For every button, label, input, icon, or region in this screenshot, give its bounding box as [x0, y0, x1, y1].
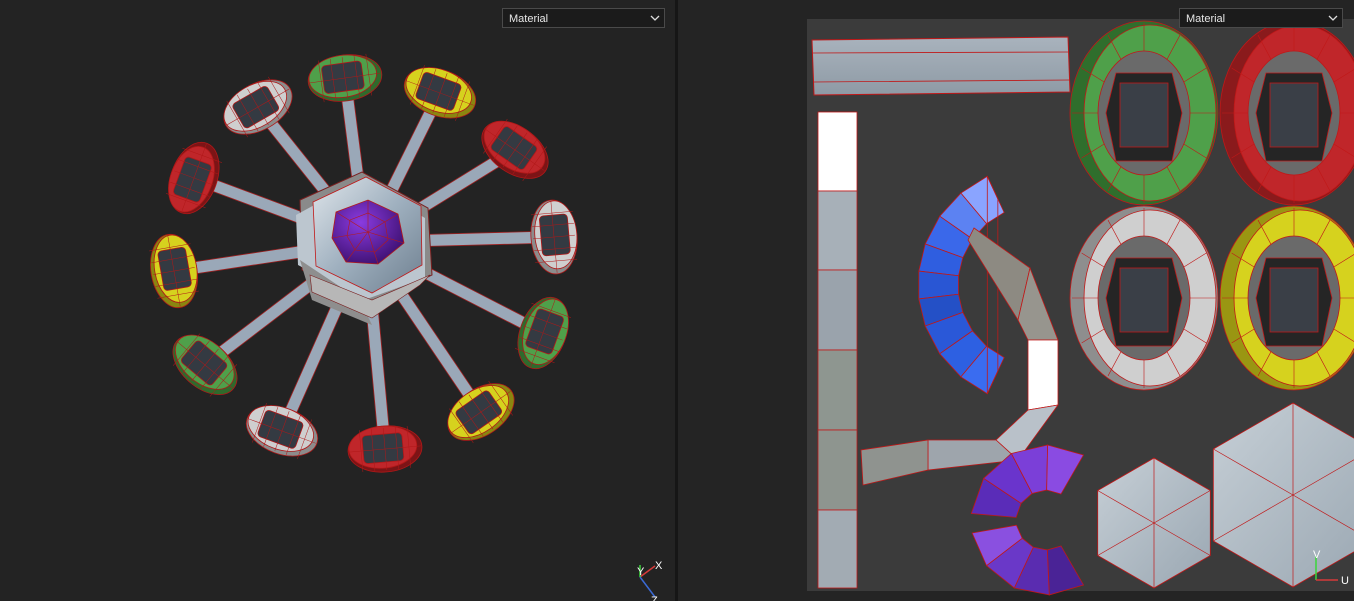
gizmo-z-label: Z — [651, 595, 658, 601]
ferris-wheel-model: Y X Z — [149, 53, 663, 601]
gizmo-y-label: Y — [637, 566, 645, 578]
gizmo-x-label: X — [655, 560, 663, 572]
uv-shading-mode-value: Material — [1186, 13, 1226, 25]
uv-shell-column — [817, 111, 858, 589]
uv-layout: V U — [807, 19, 1354, 596]
uv-shading-mode-dropdown[interactable]: Material — [1179, 8, 1343, 28]
uv-editor[interactable]: V U Material — [678, 0, 1354, 601]
viewport-3d[interactable]: Y X Z Material — [0, 0, 675, 601]
axis-gizmo-icon: Y X Z — [637, 560, 663, 601]
chevron-down-icon — [1327, 9, 1339, 26]
gizmo-u-label: U — [1341, 575, 1349, 587]
shading-mode-value: Material — [509, 13, 549, 25]
chevron-down-icon — [649, 9, 661, 26]
uv-shell-beam — [811, 36, 1071, 96]
gizmo-v-label: V — [1313, 549, 1321, 561]
shading-mode-dropdown[interactable]: Material — [502, 8, 665, 28]
